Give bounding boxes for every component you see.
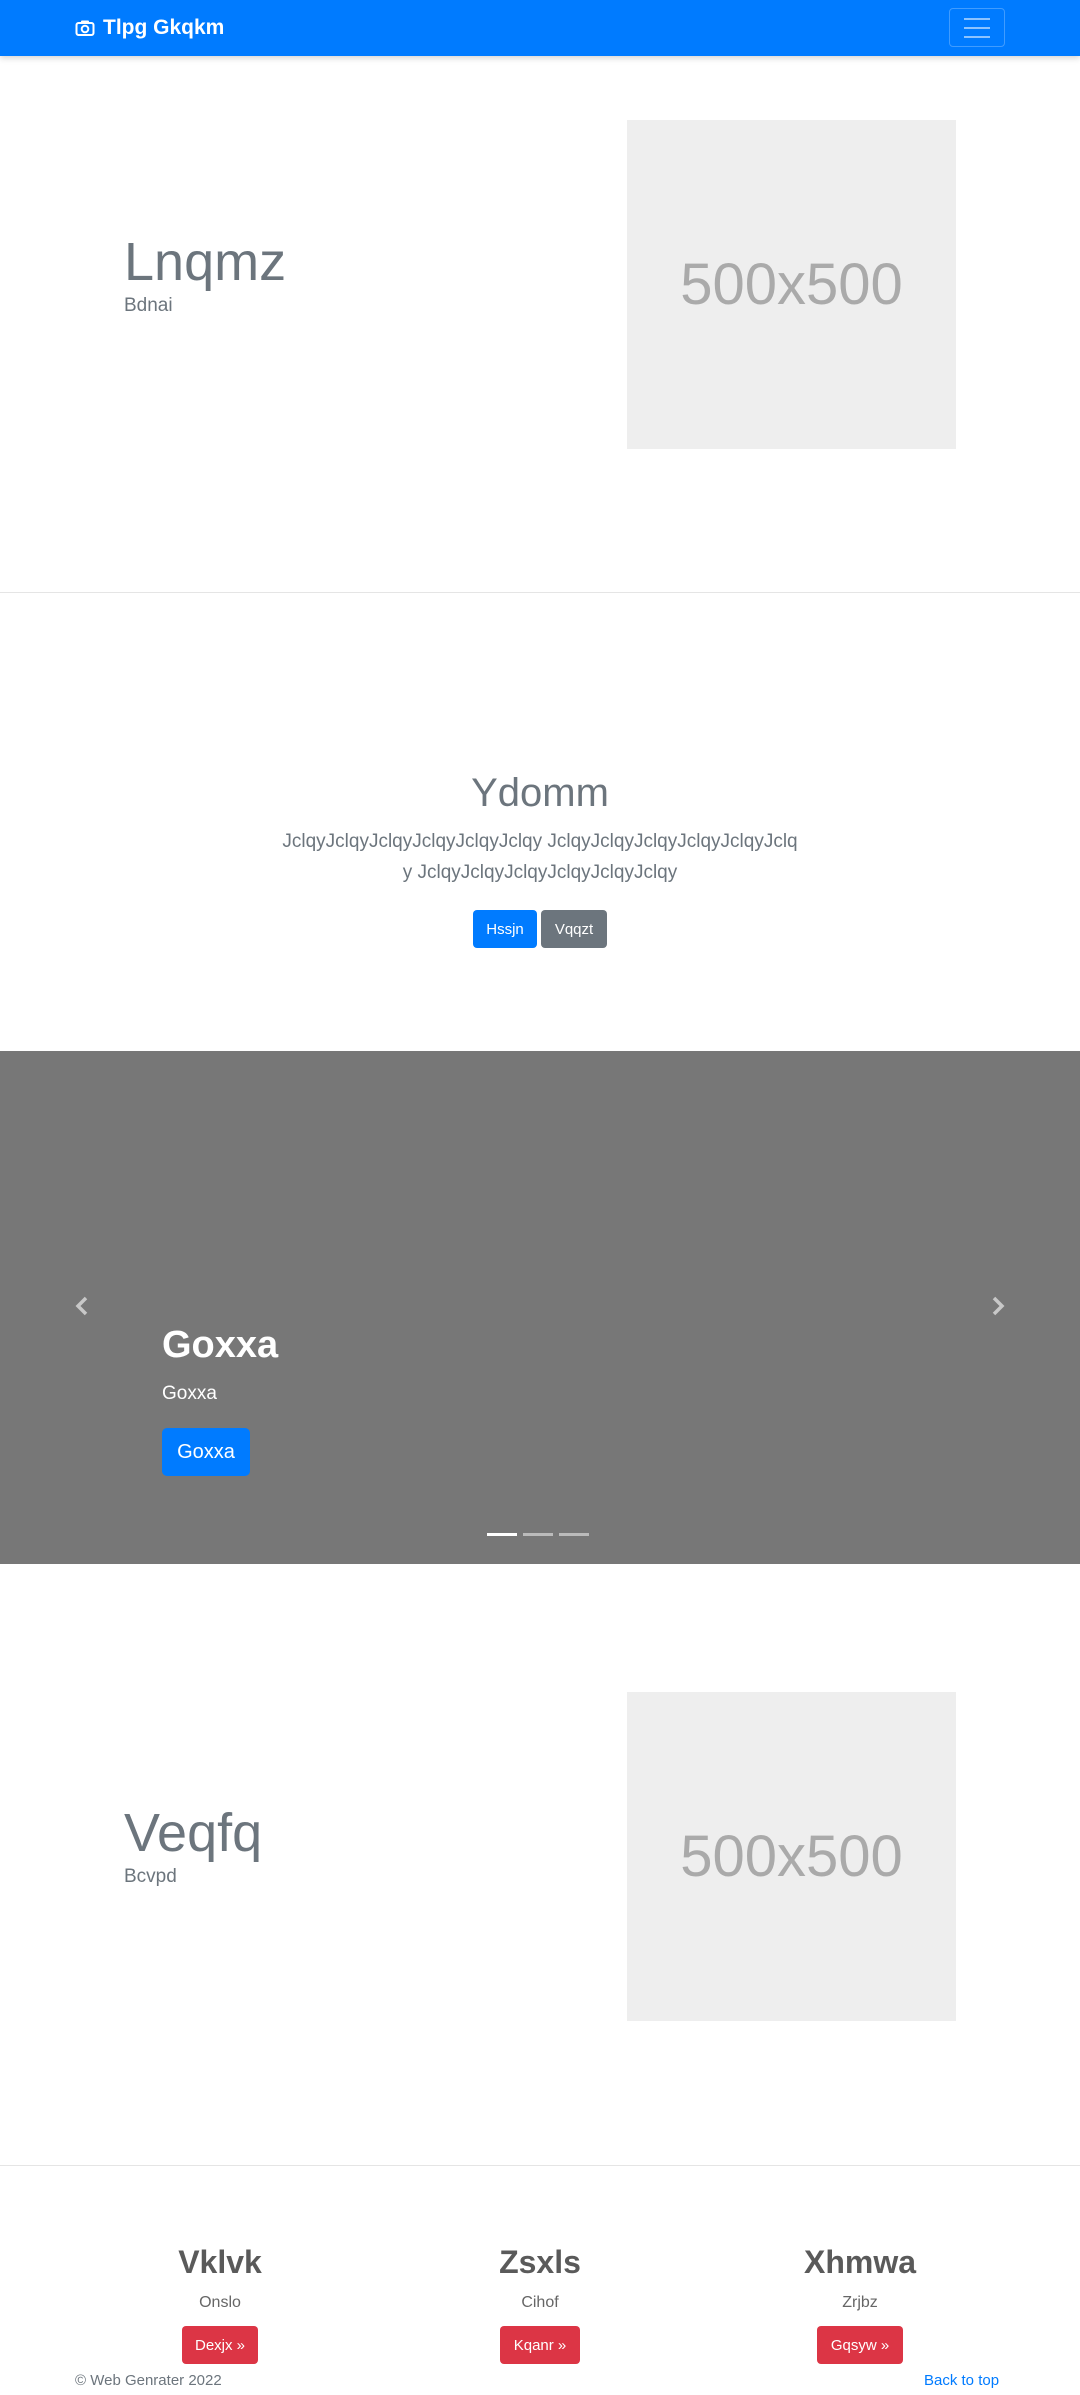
feature-subtitle: Bcvpd xyxy=(124,1866,177,1887)
jumbotron-primary-button[interactable]: Hssjn xyxy=(473,910,537,948)
carousel-prev-button[interactable] xyxy=(62,1291,102,1321)
column-text: Cihof xyxy=(521,2294,559,2311)
section-divider xyxy=(0,2165,1080,2166)
carousel-indicator[interactable] xyxy=(487,1533,517,1536)
camera-icon xyxy=(75,20,95,36)
feature-subtitle: Bdnai xyxy=(124,295,173,316)
column-button[interactable]: Gqsyw » xyxy=(817,2326,903,2364)
column-text: Onslo xyxy=(199,2294,241,2311)
column-button[interactable]: Kqanr » xyxy=(500,2326,580,2364)
carousel-next-button[interactable] xyxy=(978,1291,1018,1321)
carousel-indicators xyxy=(487,1533,589,1536)
hamburger-menu-icon xyxy=(964,17,990,20)
jumbotron-lead: JclqyJclqyJclqyJclqyJclqyJclqy JclqyJclq… xyxy=(282,831,798,883)
navbar-toggler-button[interactable] xyxy=(949,8,1005,47)
chevron-right-icon xyxy=(992,1296,1005,1316)
carousel-caption-text: Goxxa xyxy=(162,1383,217,1404)
footer-copyright: © Web Genrater 2022 xyxy=(75,2372,222,2389)
feature-title: Veqfq xyxy=(124,1803,263,1863)
column-button[interactable]: Dexjx » xyxy=(182,2326,258,2364)
back-to-top-link[interactable]: Back to top xyxy=(924,2372,999,2389)
carousel-indicator[interactable] xyxy=(559,1533,589,1536)
jumbotron-secondary-button[interactable]: Vqqzt xyxy=(541,910,607,948)
column-title: Zsxls xyxy=(499,2244,581,2280)
navbar: Tlpg Gkqkm xyxy=(0,0,1080,56)
chevron-left-icon xyxy=(75,1296,88,1316)
section-divider xyxy=(0,592,1080,593)
placeholder-image: 500x500 xyxy=(627,120,956,449)
carousel-indicator[interactable] xyxy=(523,1533,553,1536)
brand-link[interactable]: Tlpg Gkqkm xyxy=(75,0,224,56)
brand-text: Tlpg Gkqkm xyxy=(103,16,225,39)
carousel: Goxxa Goxxa Goxxa xyxy=(0,1051,1080,1564)
placeholder-image: 500x500 xyxy=(627,1692,956,2021)
column-text: Zrjbz xyxy=(842,2294,878,2311)
column-title: Vklvk xyxy=(178,2244,262,2280)
column-title: Xhmwa xyxy=(803,2244,917,2280)
carousel-caption-title: Goxxa xyxy=(162,1324,279,1366)
carousel-caption-button[interactable]: Goxxa xyxy=(162,1428,250,1476)
jumbotron-title: Ydomm xyxy=(471,771,609,815)
feature-title: Lnqmz xyxy=(124,232,287,292)
